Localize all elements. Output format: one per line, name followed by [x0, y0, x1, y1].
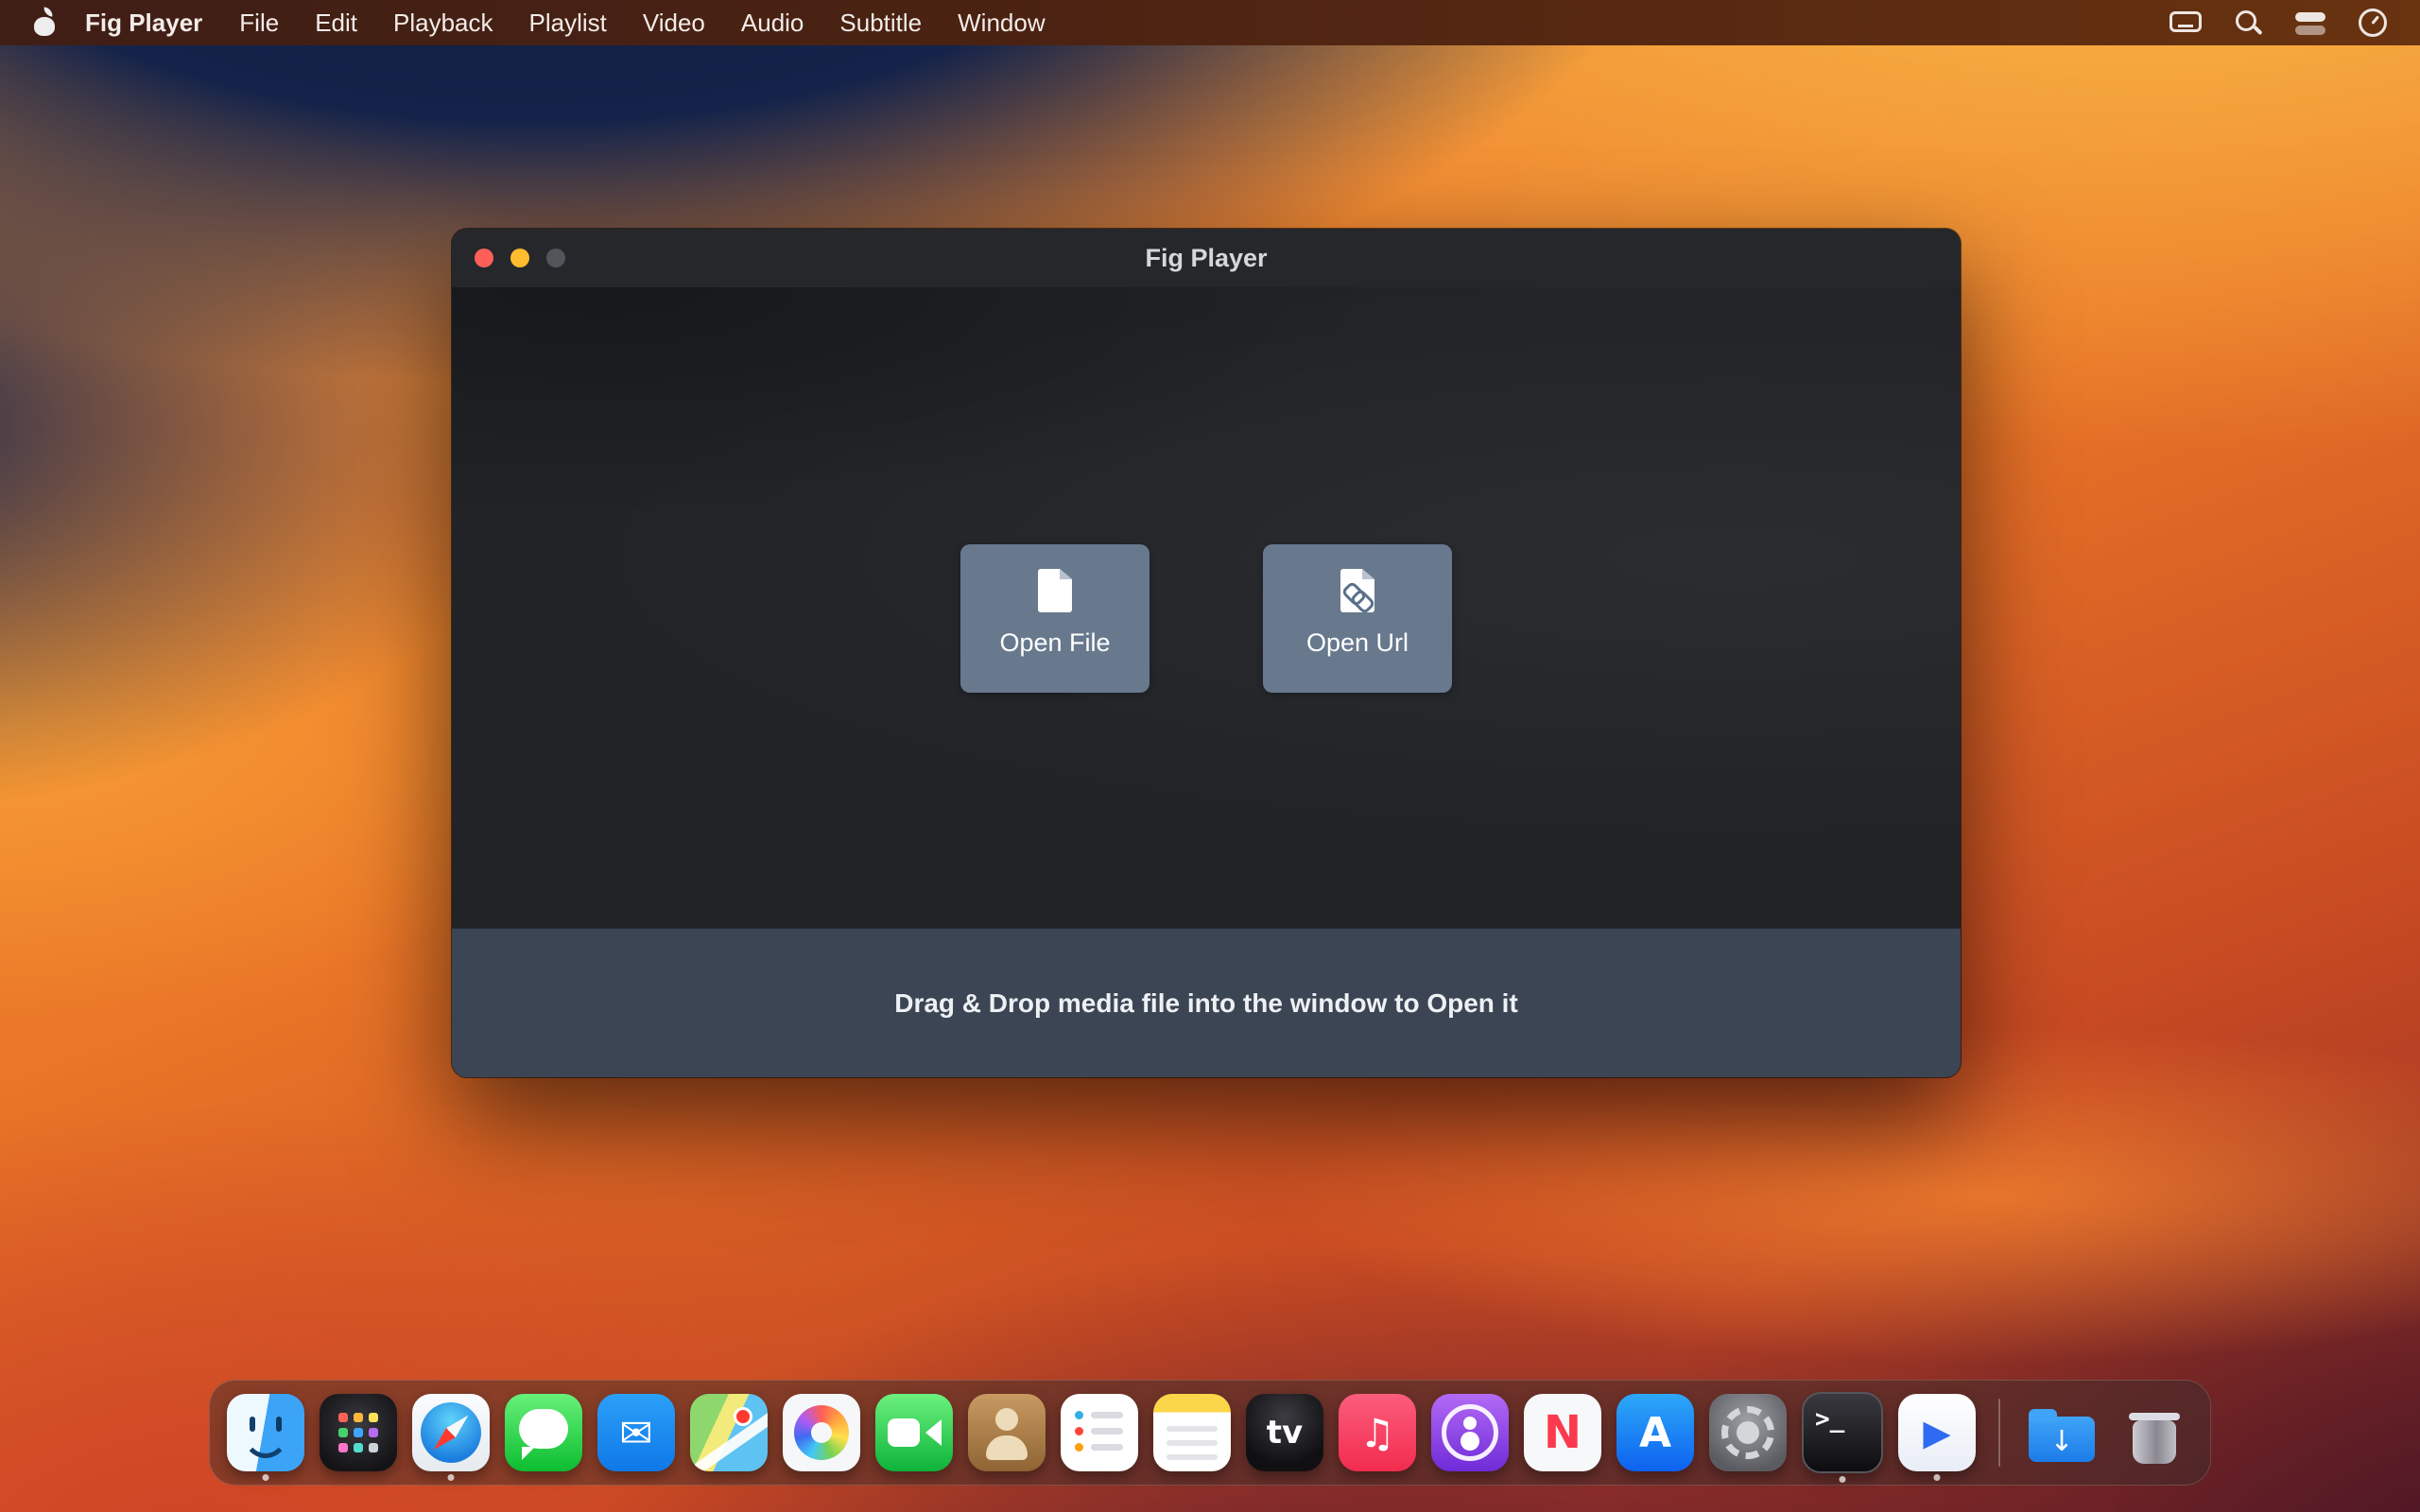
- dock-item-trash[interactable]: [2116, 1394, 2193, 1471]
- menu-window[interactable]: Window: [940, 9, 1063, 38]
- downloads-glyph: ↓: [2023, 1394, 2100, 1471]
- running-indicator: [1934, 1474, 1941, 1481]
- messages-icon: [505, 1394, 582, 1471]
- dock: ✉ tv♫ NA >_▶ ↓: [209, 1380, 2211, 1486]
- menubar-menus: FileEditPlaybackPlaylistVideoAudioSubtit…: [221, 9, 1063, 38]
- downloads-icon: ↓: [2023, 1394, 2100, 1471]
- dock-item-notes[interactable]: [1153, 1394, 1231, 1471]
- photos-icon: [783, 1394, 860, 1471]
- search-icon[interactable]: [2229, 7, 2267, 39]
- dock-item-launchpad[interactable]: [320, 1394, 397, 1471]
- dock-item-appstore[interactable]: A: [1616, 1394, 1694, 1471]
- window-title: Fig Player: [452, 229, 1961, 287]
- settings-icon: [1709, 1394, 1787, 1471]
- appstore-icon: A: [1616, 1394, 1694, 1471]
- window-titlebar[interactable]: Fig Player: [452, 229, 1961, 287]
- open-url-button[interactable]: Open Url: [1263, 544, 1452, 693]
- news-glyph: N: [1524, 1394, 1601, 1471]
- dock-item-appletv[interactable]: tv: [1246, 1394, 1323, 1471]
- folded-corner: [1060, 569, 1072, 579]
- podcasts-icon: [1431, 1394, 1509, 1471]
- menu-edit[interactable]: Edit: [297, 9, 375, 38]
- desktop: Fig Player FileEditPlaybackPlaylistVideo…: [0, 0, 2420, 1512]
- notes-icon: [1153, 1394, 1231, 1471]
- open-url-label: Open Url: [1306, 628, 1409, 658]
- dock-item-facetime[interactable]: [875, 1394, 953, 1471]
- apple-menu-icon[interactable]: [30, 8, 59, 38]
- dock-item-contacts[interactable]: [968, 1394, 1046, 1471]
- dock-item-figplayer[interactable]: ▶: [1898, 1394, 1976, 1471]
- running-indicator: [448, 1474, 455, 1481]
- appstore-glyph: A: [1616, 1394, 1694, 1471]
- contacts-icon: [968, 1394, 1046, 1471]
- launchpad-icon: [320, 1394, 397, 1471]
- dock-item-terminal[interactable]: >_: [1802, 1392, 1883, 1473]
- fig-player-window: Fig Player Open File Open Url Drag & Dro…: [452, 229, 1961, 1077]
- trash-icon: [2116, 1394, 2193, 1471]
- menu-playback[interactable]: Playback: [375, 9, 511, 38]
- menu-playlist[interactable]: Playlist: [511, 9, 625, 38]
- open-buttons-row: Open File Open Url: [452, 544, 1961, 693]
- dock-item-downloads[interactable]: ↓: [2023, 1394, 2100, 1471]
- facetime-icon: [875, 1394, 953, 1471]
- dock-item-news[interactable]: N: [1524, 1394, 1601, 1471]
- reminders-icon: [1061, 1394, 1138, 1471]
- drop-hint-text: Drag & Drop media file into the window t…: [894, 988, 1518, 1019]
- drop-hint-bar: Drag & Drop media file into the window t…: [452, 928, 1961, 1077]
- clock-icon[interactable]: [2354, 7, 2392, 39]
- finder-icon: [227, 1394, 304, 1471]
- document-icon: [1038, 569, 1072, 612]
- dock-item-safari[interactable]: [412, 1394, 490, 1471]
- keyboard-icon[interactable]: [2167, 7, 2204, 39]
- dock-item-settings[interactable]: [1709, 1394, 1787, 1471]
- dock-divider: [1998, 1399, 2000, 1467]
- figplayer-glyph: ▶: [1898, 1394, 1976, 1471]
- dock-item-messages[interactable]: [505, 1394, 582, 1471]
- menubar: Fig Player FileEditPlaybackPlaylistVideo…: [0, 0, 2420, 45]
- maps-icon: [690, 1394, 768, 1471]
- menubar-app-name[interactable]: Fig Player: [66, 9, 221, 38]
- dock-item-finder[interactable]: [227, 1394, 304, 1471]
- news-icon: N: [1524, 1394, 1601, 1471]
- control-center-icon[interactable]: [2291, 7, 2329, 39]
- dock-item-mail[interactable]: ✉: [597, 1394, 675, 1471]
- menubar-status-icons: [2142, 7, 2392, 39]
- running-indicator: [263, 1474, 269, 1481]
- menu-audio[interactable]: Audio: [723, 9, 822, 38]
- dock-item-photos[interactable]: [783, 1394, 860, 1471]
- folded-corner: [1362, 569, 1374, 579]
- figplayer-icon: ▶: [1898, 1394, 1976, 1471]
- dock-item-music[interactable]: ♫: [1339, 1394, 1416, 1471]
- mail-icon: ✉: [597, 1394, 675, 1471]
- open-file-label: Open File: [999, 628, 1110, 658]
- menu-video[interactable]: Video: [625, 9, 723, 38]
- document-link-icon: [1340, 569, 1374, 612]
- terminal-glyph: >_: [1804, 1394, 1881, 1471]
- mail-glyph: ✉: [597, 1394, 675, 1471]
- terminal-icon: >_: [1802, 1392, 1883, 1473]
- appletv-glyph: tv: [1246, 1394, 1323, 1471]
- music-icon: ♫: [1339, 1394, 1416, 1471]
- dock-item-maps[interactable]: [690, 1394, 768, 1471]
- running-indicator: [1840, 1476, 1846, 1483]
- appletv-icon: tv: [1246, 1394, 1323, 1471]
- menu-file[interactable]: File: [221, 9, 297, 38]
- dock-item-reminders[interactable]: [1061, 1394, 1138, 1471]
- open-file-button[interactable]: Open File: [960, 544, 1150, 693]
- window-content: Open File Open Url: [452, 287, 1961, 929]
- music-glyph: ♫: [1339, 1394, 1416, 1471]
- menu-subtitle[interactable]: Subtitle: [821, 9, 940, 38]
- safari-icon: [412, 1394, 490, 1471]
- dock-item-podcasts[interactable]: [1431, 1394, 1509, 1471]
